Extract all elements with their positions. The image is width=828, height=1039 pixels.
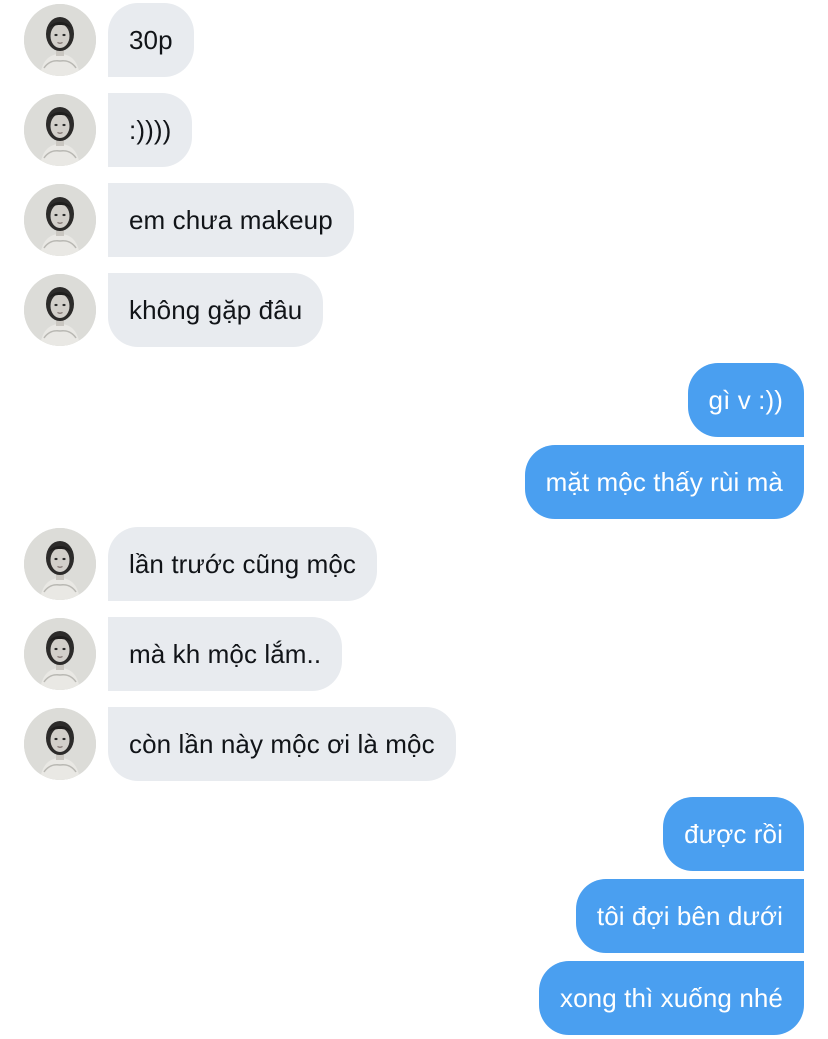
- incoming-message[interactable]: còn lần này mộc ơi là mộc: [0, 707, 828, 781]
- message-bubble: em chưa makeup: [108, 183, 354, 257]
- incoming-message[interactable]: 30p: [0, 3, 828, 77]
- outgoing-message[interactable]: gì v :)): [0, 363, 828, 437]
- incoming-message[interactable]: không gặp đâu: [0, 273, 828, 347]
- avatar[interactable]: [24, 94, 96, 166]
- contact-portrait-icon: [24, 618, 96, 690]
- message-bubble: 30p: [108, 3, 194, 77]
- contact-portrait-icon: [24, 94, 96, 166]
- contact-portrait-icon: [24, 528, 96, 600]
- message-bubble: còn lần này mộc ơi là mộc: [108, 707, 456, 781]
- contact-portrait-icon: [24, 4, 96, 76]
- message-bubble: :)))): [108, 93, 193, 167]
- incoming-message[interactable]: mà kh mộc lắm..: [0, 617, 828, 691]
- message-bubble: mà kh mộc lắm..: [108, 617, 343, 691]
- message-bubble: mặt mộc thấy rùi mà: [524, 445, 804, 519]
- message-bubble: tôi đợi bên dưới: [575, 879, 804, 953]
- message-bubble: không gặp đâu: [108, 273, 324, 347]
- avatar[interactable]: [24, 528, 96, 600]
- incoming-message[interactable]: lần trước cũng mộc: [0, 527, 828, 601]
- contact-portrait-icon: [24, 708, 96, 780]
- incoming-message[interactable]: :)))): [0, 93, 828, 167]
- message-bubble: xong thì xuống nhé: [539, 961, 804, 1035]
- message-bubble: gì v :)): [687, 363, 804, 437]
- avatar[interactable]: [24, 184, 96, 256]
- outgoing-message[interactable]: được rồi: [0, 797, 828, 871]
- avatar[interactable]: [24, 618, 96, 690]
- contact-portrait-icon: [24, 274, 96, 346]
- message-bubble: được rồi: [663, 797, 804, 871]
- avatar[interactable]: [24, 274, 96, 346]
- avatar[interactable]: [24, 708, 96, 780]
- contact-portrait-icon: [24, 184, 96, 256]
- outgoing-message[interactable]: tôi đợi bên dưới: [0, 879, 828, 953]
- outgoing-message[interactable]: mặt mộc thấy rùi mà: [0, 445, 828, 519]
- message-bubble: lần trước cũng mộc: [108, 527, 378, 601]
- message-thread: 30p :)))) em chưa makeup không gặp đâu g…: [0, 0, 828, 1039]
- avatar[interactable]: [24, 4, 96, 76]
- outgoing-message[interactable]: xong thì xuống nhé: [0, 961, 828, 1035]
- incoming-message[interactable]: em chưa makeup: [0, 183, 828, 257]
